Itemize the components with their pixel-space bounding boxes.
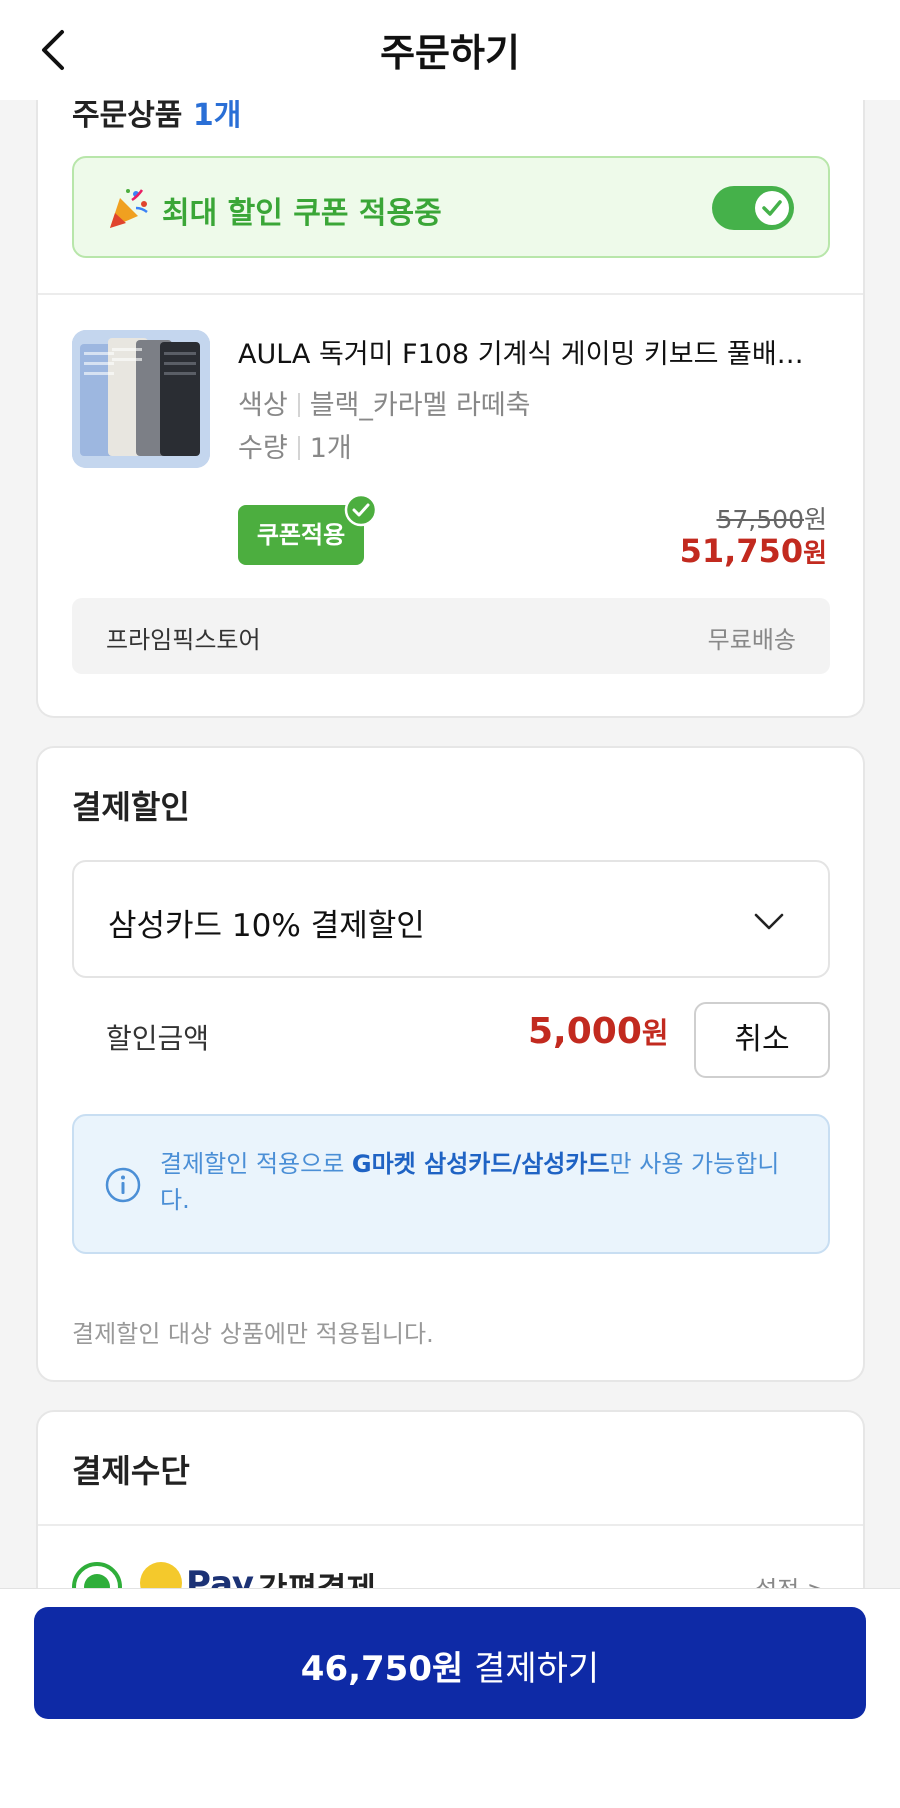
page-title: 주문하기 <box>380 31 520 75</box>
discount-footnote: 결제할인 대상 상품에만 적용됩니다. <box>72 1320 434 1348</box>
option-separator <box>297 393 300 417</box>
option-value: 1개 <box>309 433 352 464</box>
discount-info-notice: 결제할인 적용으로 G마켓 삼성카드/삼성카드만 사용 가능합니다. <box>72 1114 830 1254</box>
currency-unit: 원 <box>641 1016 669 1050</box>
app-header: 주문하기 <box>0 0 900 100</box>
option-label: 수량 <box>238 433 288 464</box>
pay-button-amount: 46,750원 <box>300 1649 464 1689</box>
original-price: 57,500원 <box>717 500 828 536</box>
product-image[interactable] <box>72 330 210 468</box>
pay-button-label: 결제하기 <box>463 1649 600 1689</box>
order-items-card: 주문상품 1개 최대 할인 쿠폰 적용중 AULA 독거미 F108 기계식 게… <box>36 60 865 718</box>
final-price: 51,750원 <box>680 532 827 570</box>
toggle-knob <box>755 191 789 225</box>
discount-amount: 5,000원 <box>528 1010 669 1052</box>
info-icon <box>105 1167 141 1203</box>
payment-discount-title: 결제할인 <box>72 788 190 826</box>
shipping-fee: 무료배송 <box>707 626 796 654</box>
discount-select[interactable]: 삼성카드 10% 결제할인 <box>72 860 830 978</box>
pay-button[interactable]: 46,750원 결제하기 <box>34 1607 866 1719</box>
bottom-pay-bar: 46,750원 결제하기 <box>0 1588 900 1808</box>
info-text-highlight: G마켓 삼성카드/삼성카드 <box>351 1150 610 1178</box>
divider <box>38 1524 863 1526</box>
discount-info-text: 결제할인 적용으로 G마켓 삼성카드/삼성카드만 사용 가능합니다. <box>160 1146 800 1218</box>
max-coupon-toggle[interactable] <box>712 186 794 230</box>
divider <box>38 293 863 295</box>
currency-unit: 원 <box>803 539 827 569</box>
payment-method-title: 결제수단 <box>72 1452 190 1490</box>
order-items-title: 주문상품 <box>72 98 183 133</box>
original-price-value: 57,500 <box>716 505 804 534</box>
cancel-discount-button[interactable]: 취소 <box>694 1002 830 1078</box>
check-circle-icon <box>344 493 378 527</box>
pay-button-text: 46,750원 결제하기 <box>34 1641 866 1690</box>
discount-amount-value: 5,000 <box>528 1011 642 1052</box>
discount-amount-label: 할인금액 <box>106 1022 210 1055</box>
currency-unit: 원 <box>803 505 827 534</box>
payment-discount-card: 결제할인 삼성카드 10% 결제할인 할인금액 5,000원 취소 결제할인 적… <box>36 746 865 1382</box>
party-popper-icon <box>110 189 148 228</box>
discount-select-value: 삼성카드 10% 결제할인 <box>108 908 425 944</box>
order-items-count: 1개 <box>192 98 242 133</box>
product-option-color: 색상 블랙_카라멜 라떼축 <box>238 383 531 422</box>
option-label: 색상 <box>238 390 288 421</box>
max-coupon-banner: 최대 할인 쿠폰 적용중 <box>72 156 830 258</box>
seller-name[interactable]: 프라임픽스토어 <box>106 620 261 655</box>
seller-info: 프라임픽스토어 무료배송 <box>72 598 830 674</box>
option-value: 블랙_카라멜 라떼축 <box>309 390 531 421</box>
product-option-quantity: 수량 1개 <box>238 426 352 465</box>
max-coupon-text: 최대 할인 쿠폰 적용중 <box>162 196 442 231</box>
option-separator <box>297 436 300 460</box>
chevron-down-icon <box>754 913 784 930</box>
check-icon <box>762 200 782 216</box>
final-price-value: 51,750 <box>679 532 804 570</box>
info-text-prefix: 결제할인 적용으로 <box>160 1150 352 1178</box>
keyboard-product-image <box>72 330 210 468</box>
product-name[interactable]: AULA 독거미 F108 기계식 게이밍 키보드 풀배… <box>238 332 838 371</box>
